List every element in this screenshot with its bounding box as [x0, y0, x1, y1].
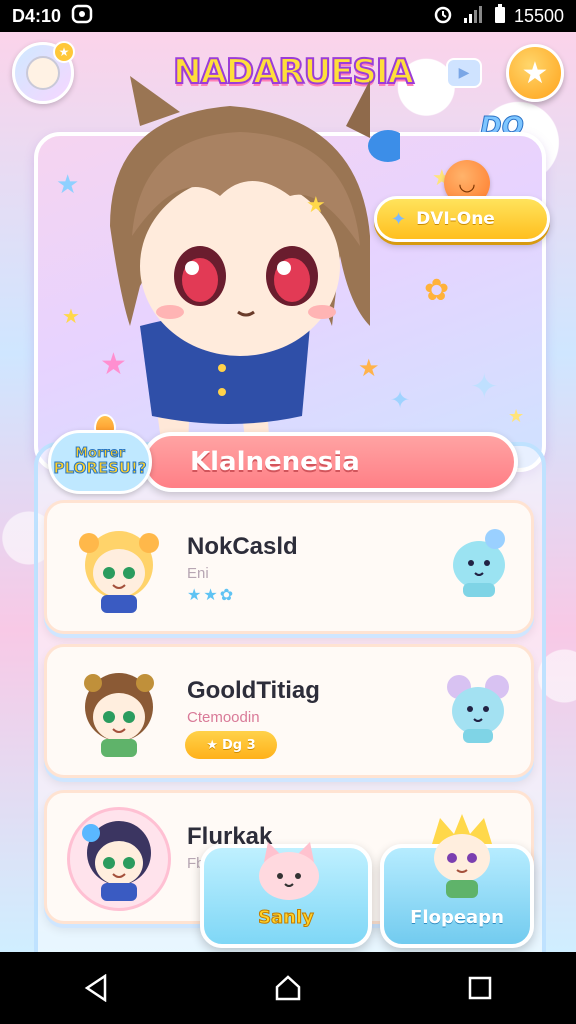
character-avatar	[67, 517, 171, 621]
level-tag[interactable]: ★ Dg 3	[185, 731, 277, 759]
list-item-title: GooldTitiag	[187, 677, 320, 704]
system-navbar	[0, 952, 576, 1024]
event-chip[interactable]: ✦ DVI-One	[374, 196, 550, 242]
section-banner: Klalnenesia	[142, 432, 518, 492]
mouse-pet-icon	[443, 669, 513, 747]
app-screen: ★ NADARUESIA ▶ ★ DO ★ ★ ★ ★ ✦ ✦ ✿ ★ ★ ★	[0, 32, 576, 952]
event-chip-label: DVI-One	[416, 209, 495, 229]
crown-icon: ★	[53, 41, 75, 63]
cat-mascot-icon	[259, 842, 319, 900]
battery-icon	[494, 3, 506, 29]
promo-bubble-line2: PLORESU!?	[53, 458, 147, 477]
back-button[interactable]	[66, 958, 126, 1018]
list-item-subtitle: Ctemoodin	[187, 709, 260, 726]
back-icon	[84, 974, 107, 1002]
home-icon	[275, 975, 301, 1001]
star-icon: ★	[521, 55, 549, 91]
level-tag-label: Dg 3	[221, 737, 256, 753]
signal-icon	[462, 4, 486, 29]
promo-bubble[interactable]: Morrer PLORESU!?	[48, 430, 152, 494]
sparkle-icon: ★	[508, 406, 525, 427]
alarm-icon	[432, 4, 454, 29]
home-button[interactable]	[258, 958, 318, 1018]
recents-button[interactable]	[450, 958, 510, 1018]
list-item-title: NokCasld	[187, 533, 298, 560]
character-avatar	[67, 807, 171, 911]
flopeapn-button[interactable]: Flopeapn	[380, 814, 534, 948]
video-button[interactable]: ▶	[446, 58, 482, 88]
status-time: D4:10	[12, 5, 62, 26]
sparkle-icon: ✦	[470, 367, 499, 407]
list-item[interactable]: NokCasld Eni ★★✿	[44, 500, 534, 634]
status-value: 15500	[513, 5, 564, 26]
avatar-face	[26, 56, 60, 90]
list-item[interactable]: GooldTitiag Ctemoodin ★ Dg 3	[44, 644, 534, 778]
sanly-button-label: Sanly	[258, 907, 315, 929]
mascot-character: ★	[110, 76, 400, 454]
sparkle-icon: ✿	[424, 273, 450, 308]
profile-avatar[interactable]: ★	[12, 41, 75, 104]
sanly-button[interactable]: Sanly	[200, 842, 372, 948]
play-icon: ▶	[458, 65, 470, 81]
rating-stars-icon: ★★✿	[187, 585, 236, 604]
star-icon: ★	[206, 737, 218, 753]
svg-text:★: ★	[306, 193, 326, 218]
character-avatar	[67, 661, 171, 765]
status-bar: D4:10 15500	[0, 0, 576, 32]
blue-pet-icon	[443, 523, 513, 601]
list-item-subtitle: Eni	[187, 565, 209, 582]
favorite-button[interactable]: ★	[506, 44, 564, 102]
flopeapn-button-label: Flopeapn	[410, 907, 504, 928]
notification-icon	[71, 4, 93, 29]
recents-icon	[468, 976, 492, 1000]
blonde-character-icon	[432, 814, 492, 898]
ticket-icon: ✦	[391, 208, 407, 230]
